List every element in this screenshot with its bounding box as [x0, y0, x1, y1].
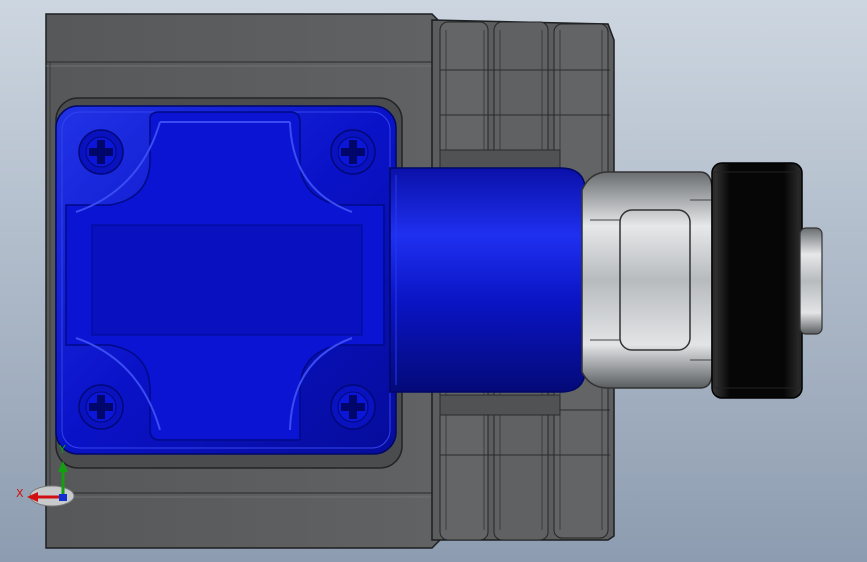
screw-top-right-icon: [330, 129, 376, 175]
screw-bottom-left-icon: [78, 384, 124, 430]
hex-nut: [581, 171, 713, 389]
triad-x-label: X: [16, 487, 24, 500]
cad-viewport[interactable]: X Y: [0, 0, 867, 562]
screw-bottom-right-icon: [330, 384, 376, 430]
screw-top-left-icon: [78, 129, 124, 175]
axle-pin: [799, 227, 823, 335]
triad-y-label: Y: [59, 443, 66, 456]
plunger-cylinder[interactable]: [389, 167, 586, 393]
roller-wheel[interactable]: [711, 162, 803, 399]
